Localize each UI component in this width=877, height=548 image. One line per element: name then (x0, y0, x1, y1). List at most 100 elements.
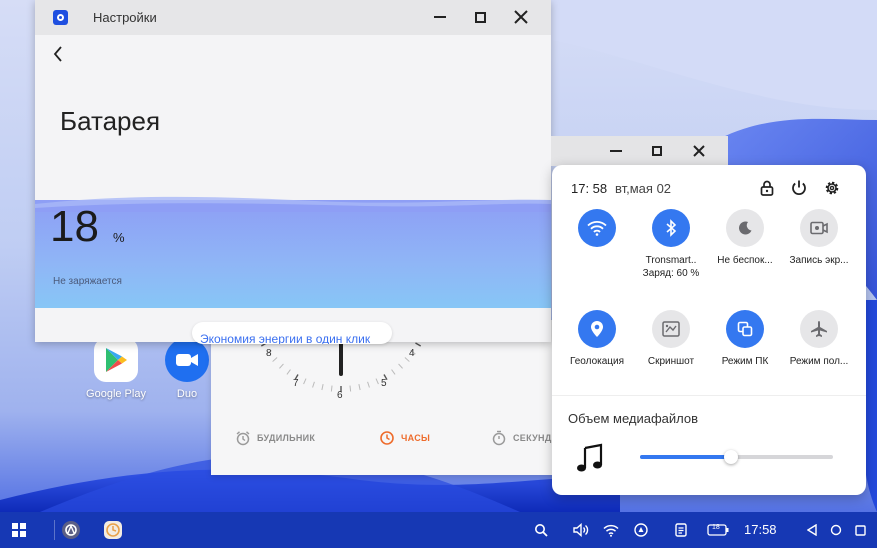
media-volume-fill (640, 455, 731, 459)
tile-label: Запись экр... (789, 255, 849, 266)
close-button[interactable] (690, 142, 708, 160)
airplane-mode-toggle[interactable] (800, 310, 838, 348)
taskbar-assistant[interactable] (632, 519, 650, 541)
clock-tick (321, 384, 324, 391)
clock-dial-number: 7 (293, 378, 299, 389)
tile-do-not-disturb[interactable]: Не беспок... (708, 209, 782, 266)
clock-dial-number: 8 (266, 348, 272, 359)
minimize-button[interactable] (607, 142, 625, 160)
nav-back-button[interactable] (804, 519, 820, 541)
clock-dial-number: 5 (381, 378, 387, 389)
battery-percent-unit: % (113, 230, 125, 245)
back-arrow-icon (53, 46, 62, 62)
page-title: Батарея (60, 106, 161, 136)
launcher-app-icon (62, 521, 80, 539)
tile-screenshot[interactable]: Скриншот (634, 310, 708, 367)
taskbar-wifi[interactable] (602, 519, 620, 541)
pc-mode-toggle[interactable] (726, 310, 764, 348)
taskbar-search[interactable] (532, 519, 550, 541)
taskbar-separator (54, 520, 55, 540)
location-toggle[interactable] (578, 310, 616, 348)
clock-tick (303, 378, 307, 385)
energy-saving-button[interactable]: Экономия энергии в один клик (192, 322, 392, 344)
lock-icon (760, 180, 774, 196)
taskbar-app-launcher[interactable] (60, 519, 82, 541)
battery-level-fill (35, 196, 551, 308)
search-icon (535, 524, 548, 537)
screen-record-icon (810, 221, 828, 235)
tab-alarm[interactable]: БУДИЛЬНИК (235, 430, 315, 446)
taskbar-app-clock[interactable] (102, 519, 124, 541)
wifi-icon (587, 221, 607, 236)
clock-tick (415, 342, 422, 347)
taskbar: 18 17:58 (0, 512, 877, 548)
settings-button[interactable] (823, 179, 841, 197)
assistant-icon (634, 523, 648, 537)
nav-back-icon (807, 524, 817, 536)
tab-clock[interactable]: ЧАСЫ (379, 430, 430, 446)
volume-icon (573, 523, 589, 537)
tile-wifi[interactable] (560, 209, 634, 255)
close-icon (693, 145, 705, 157)
clock-dial-number: 6 (337, 390, 343, 401)
media-volume-slider[interactable] (640, 450, 833, 464)
screen-record-toggle[interactable] (800, 209, 838, 247)
nav-recents-button[interactable] (852, 519, 868, 541)
wifi-toggle[interactable] (578, 209, 616, 247)
tile-label: Скриншот (647, 356, 695, 367)
settings-titlebar[interactable]: Настройки (35, 0, 551, 35)
qs-time: 17: 58 (571, 181, 608, 196)
lock-button[interactable] (758, 179, 776, 197)
clock-dial-number: 4 (409, 348, 415, 359)
media-volume-thumb[interactable] (723, 450, 738, 464)
maximize-button[interactable] (471, 8, 489, 26)
screenshot-toggle[interactable] (652, 310, 690, 348)
wifi-icon (603, 524, 619, 537)
taskbar-volume[interactable] (572, 519, 590, 541)
desktop-icon-google-play[interactable]: Google Play (80, 338, 152, 400)
nav-home-icon (830, 524, 842, 536)
tile-screen-record[interactable]: Запись экр... (782, 209, 856, 266)
do-not-disturb-toggle[interactable] (726, 209, 764, 247)
clock-tick (349, 385, 352, 392)
taskbar-notifications[interactable] (672, 519, 690, 541)
clock-tick (398, 363, 403, 369)
power-button[interactable] (790, 179, 808, 197)
clock-tick (375, 378, 379, 385)
location-icon (591, 321, 603, 337)
quick-settings-panel: 17: 58 вт,мая 02 Tronsmart.. Заряд: 60 %… (552, 165, 866, 495)
airplane-icon (811, 321, 827, 337)
notes-icon (675, 523, 687, 537)
tile-bluetooth[interactable]: Tronsmart.. Заряд: 60 % (634, 209, 708, 279)
tile-label: Режим пол... (789, 356, 849, 367)
taskbar-battery[interactable]: 18 (706, 519, 730, 541)
clock-tick (358, 384, 361, 391)
alarm-icon (236, 431, 250, 446)
background-window-titlebar[interactable] (551, 136, 728, 166)
nav-home-button[interactable] (828, 519, 844, 541)
back-button[interactable] (49, 44, 69, 64)
tile-label: Не беспок... (717, 255, 773, 266)
gear-icon (825, 181, 839, 195)
charge-status: Не заряжается (53, 276, 122, 287)
tile-airplane-mode[interactable]: Режим пол... (782, 310, 856, 367)
tile-label: Tronsmart.. (645, 255, 697, 266)
taskbar-clock[interactable]: 17:58 (744, 522, 777, 537)
tile-label: Режим ПК (721, 356, 769, 367)
maximize-button[interactable] (648, 142, 666, 160)
energy-saving-label: Экономия энергии в один клик (200, 332, 371, 344)
tile-location[interactable]: Геолокация (560, 310, 634, 367)
google-play-icon (94, 338, 138, 382)
start-button[interactable] (10, 519, 28, 541)
clock-tick (272, 357, 278, 362)
tab-stopwatch[interactable]: СЕКУНД (491, 430, 552, 446)
tile-pc-mode[interactable]: Режим ПК (708, 310, 782, 367)
battery-wave-graphic (35, 196, 551, 212)
close-button[interactable] (512, 8, 530, 26)
battery-percent: 18 (50, 202, 99, 251)
bluetooth-toggle[interactable] (652, 209, 690, 247)
stopwatch-icon (492, 430, 506, 446)
minimize-button[interactable] (431, 8, 449, 26)
app-grid-icon (12, 523, 26, 537)
clock-tick (367, 381, 370, 388)
